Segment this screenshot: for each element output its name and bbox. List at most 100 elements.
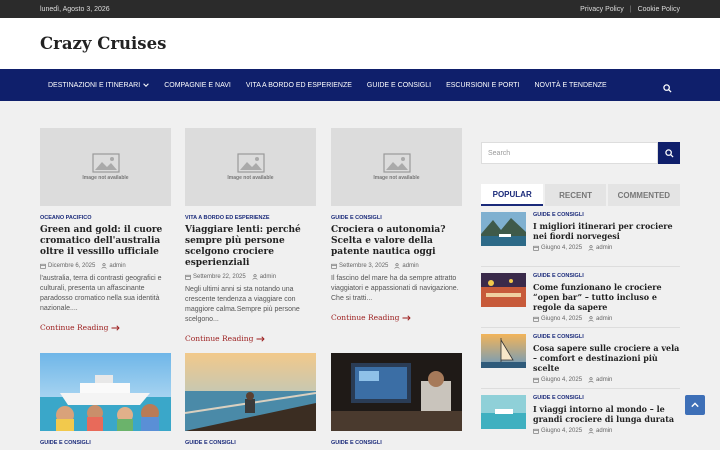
card-category[interactable]: GUIDE E CONSIGLI (40, 440, 171, 446)
card-category[interactable]: GUIDE E CONSIGLI (331, 440, 462, 446)
search-input[interactable]: Search (481, 142, 658, 164)
post-meta: Giugno 4, 2025 admin (533, 428, 680, 434)
user-icon (588, 428, 594, 434)
card-category[interactable]: GUIDE E CONSIGLI (185, 440, 316, 446)
card-meta: Settembre 22, 2025 admin (185, 274, 316, 280)
image-not-available-text: Image not available (373, 175, 420, 181)
continue-reading-link[interactable]: Continue Reading (331, 313, 462, 322)
card-photo-navigation-screen[interactable] (331, 353, 462, 431)
card-excerpt: l'australia, terra di contrasti geografi… (40, 275, 162, 312)
card-date: Dicembre 6, 2025 (48, 263, 96, 269)
image-placeholder[interactable]: Image not available (331, 128, 462, 206)
post-meta: Giugno 4, 2025 admin (533, 377, 680, 383)
card-photo-cruise-family[interactable] (40, 353, 171, 431)
card-photo-ship-deck[interactable] (185, 353, 316, 431)
article-card: Image not available OCEANO PACIFICO Gree… (40, 128, 171, 332)
nav-item-label: DESTINAZIONI E ITINERARI (48, 81, 141, 89)
post-category[interactable]: GUIDE E CONSIGLI (533, 212, 680, 218)
post-title[interactable]: I viaggi intorno al mondo – le grandi cr… (533, 404, 680, 424)
image-icon (382, 153, 411, 173)
article-card: Image not available GUIDE E CONSIGLI Cro… (331, 128, 462, 322)
card-author[interactable]: admin (260, 274, 276, 280)
post-thumbnail-world-cruise[interactable] (481, 395, 526, 429)
calendar-icon (533, 245, 539, 251)
continue-reading-label: Continue Reading (185, 334, 254, 343)
card-title[interactable]: Crociera o autonomia? Scelta e valore de… (331, 225, 462, 258)
article-card: GUIDE E CONSIGLI (331, 353, 462, 446)
link-separator: | (629, 5, 632, 13)
card-date: Settembre 3, 2025 (339, 263, 389, 269)
post-thumbnail-fjord[interactable] (481, 212, 526, 246)
post-date: Giugno 4, 2025 (541, 245, 583, 251)
nav-item-guide[interactable]: GUIDE E CONSIGLI (367, 82, 431, 89)
card-author[interactable]: admin (402, 263, 418, 269)
user-icon (101, 263, 107, 269)
post-author[interactable]: admin (596, 428, 612, 434)
post-category[interactable]: GUIDE E CONSIGLI (533, 273, 680, 279)
article-card: Image not available VITA A BORDO ED ESPE… (185, 128, 316, 343)
continue-reading-link[interactable]: Continue Reading (40, 323, 171, 332)
card-category[interactable]: GUIDE E CONSIGLI (331, 215, 462, 221)
nav-item-destinazioni[interactable]: DESTINAZIONI E ITINERARI (48, 82, 149, 89)
image-icon (91, 153, 120, 173)
card-date: Settembre 22, 2025 (193, 274, 246, 280)
site-header: Crazy Cruises (0, 18, 720, 69)
nav-item-novita[interactable]: NOVITÀ E TENDENZE (534, 82, 606, 89)
card-category[interactable]: VITA A BORDO ED ESPERIENZE (185, 215, 316, 221)
site-title[interactable]: Crazy Cruises (40, 34, 166, 53)
nav-item-vita-a-bordo[interactable]: VITA A BORDO ED ESPERIENZE (246, 82, 352, 89)
card-excerpt: Il fascino del mare ha da sempre attratt… (331, 275, 459, 302)
post-date: Giugno 4, 2025 (541, 316, 583, 322)
nav-item-compagnie[interactable]: COMPAGNIE E NAVI (164, 82, 231, 89)
card-category[interactable]: OCEANO PACIFICO (40, 215, 171, 221)
post-category[interactable]: GUIDE E CONSIGLI (533, 334, 680, 340)
image-not-available-text: Image not available (82, 175, 129, 181)
tab-popular[interactable]: POPULAR (481, 184, 544, 206)
current-date: lunedì, Agosto 3, 2026 (40, 5, 110, 13)
search-button[interactable] (658, 142, 680, 164)
top-links: Privacy Policy | Cookie Policy (580, 6, 680, 13)
sidebar-search: Search (481, 142, 680, 164)
continue-reading-label: Continue Reading (40, 323, 109, 332)
card-title[interactable]: Green and gold: il cuore cromatico dell'… (40, 225, 171, 258)
popular-post: GUIDE E CONSIGLI Come funzionano le croc… (481, 273, 680, 328)
post-author[interactable]: admin (596, 316, 612, 322)
user-icon (588, 316, 594, 322)
calendar-icon (185, 274, 191, 280)
post-category[interactable]: GUIDE E CONSIGLI (533, 395, 680, 401)
image-placeholder[interactable]: Image not available (40, 128, 171, 206)
post-author[interactable]: admin (596, 377, 612, 383)
search-icon (664, 148, 674, 158)
post-date: Giugno 4, 2025 (541, 428, 583, 434)
calendar-icon (533, 428, 539, 434)
arrow-right-icon (402, 314, 412, 321)
post-author[interactable]: admin (596, 245, 612, 251)
calendar-icon (331, 263, 337, 269)
user-icon (588, 377, 594, 383)
privacy-policy-link[interactable]: Privacy Policy (580, 6, 624, 13)
post-title[interactable]: Come funzionano le crociere “open bar” –… (533, 282, 680, 312)
image-not-available-text: Image not available (227, 175, 274, 181)
cookie-policy-link[interactable]: Cookie Policy (638, 6, 680, 13)
back-to-top-button[interactable] (685, 395, 705, 415)
tab-recent[interactable]: RECENT (545, 184, 606, 206)
nav-search-icon[interactable] (663, 80, 672, 98)
post-thumbnail-open-bar[interactable] (481, 273, 526, 307)
arrow-right-icon (111, 324, 121, 331)
popular-post: GUIDE E CONSIGLI I viaggi intorno al mon… (481, 395, 680, 450)
continue-reading-label: Continue Reading (331, 313, 400, 322)
popular-post: GUIDE E CONSIGLI Cosa sapere sulle croci… (481, 334, 680, 389)
card-author[interactable]: admin (109, 263, 125, 269)
top-bar: lunedì, Agosto 3, 2026 Privacy Policy | … (0, 0, 720, 18)
image-icon (236, 153, 265, 173)
image-placeholder[interactable]: Image not available (185, 128, 316, 206)
continue-reading-link[interactable]: Continue Reading (185, 334, 316, 343)
post-thumbnail-sailing[interactable] (481, 334, 526, 368)
nav-item-escursioni[interactable]: ESCURSIONI E PORTI (446, 82, 519, 89)
card-meta: Dicembre 6, 2025 admin (40, 263, 171, 269)
post-title[interactable]: I migliori itinerari per crociere nei fi… (533, 221, 680, 241)
card-title[interactable]: Viaggiare lenti: perché sempre più perso… (185, 225, 316, 269)
arrow-right-icon (256, 335, 266, 342)
post-title[interactable]: Cosa sapere sulle crociere a vela – comf… (533, 343, 680, 373)
tab-commented[interactable]: COMMENTED (607, 184, 680, 206)
